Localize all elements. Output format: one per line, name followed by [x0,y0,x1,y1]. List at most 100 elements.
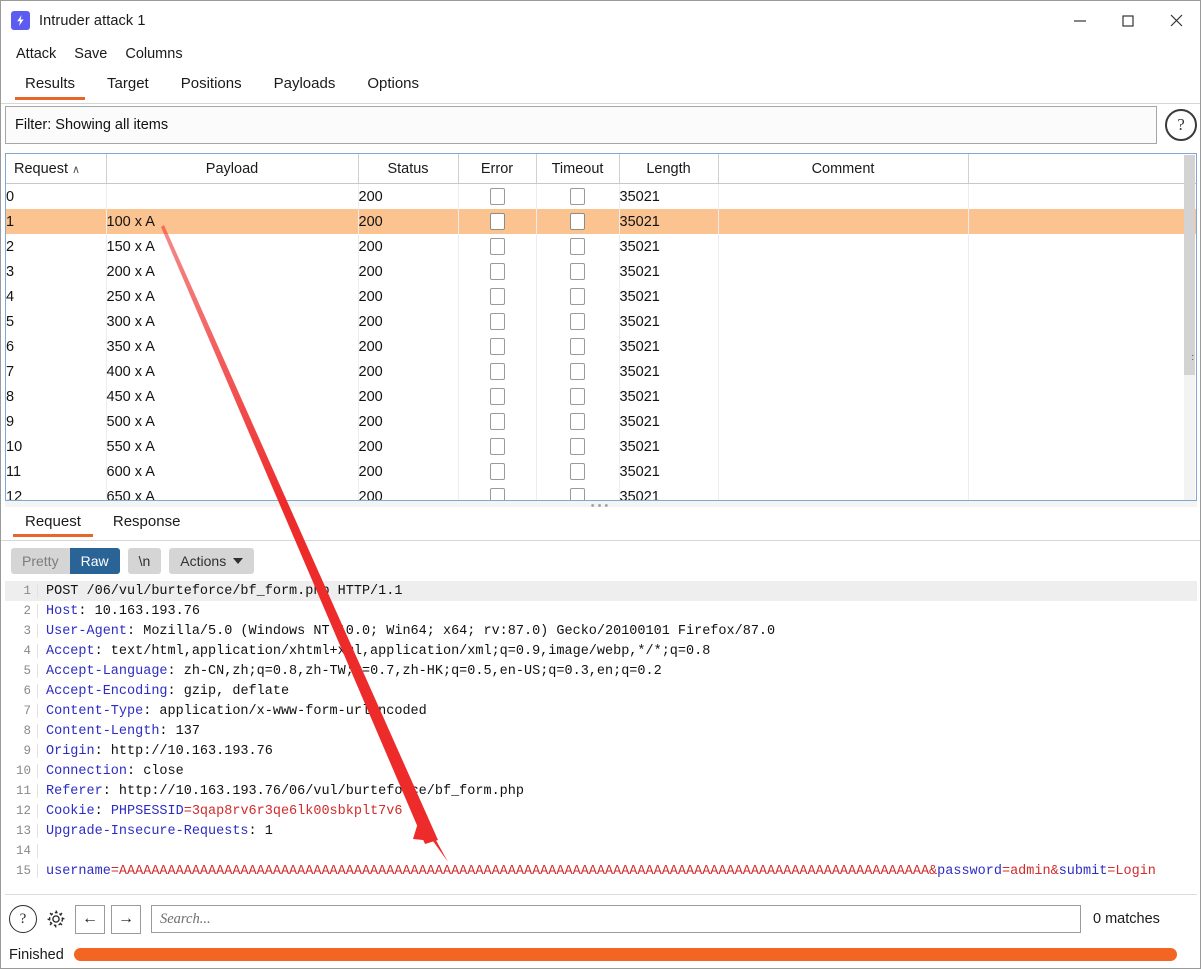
raw-button[interactable]: Raw [69,547,120,574]
match-count-label: 0 matches [1093,911,1160,927]
line-number: 12 [5,804,38,818]
code-line: 4 Accept: text/html,application/xhtml+xml… [5,641,1197,661]
error-checkbox[interactable] [489,388,505,405]
tab-options[interactable]: Options [351,68,435,100]
tab-payloads[interactable]: Payloads [258,68,352,100]
cell-error [458,259,537,284]
table-row[interactable]: 11 600 x A 200 35021 [6,459,1196,484]
table-row[interactable]: 5 300 x A 200 35021 [6,309,1196,334]
maximize-button[interactable] [1104,1,1152,40]
column-header-request[interactable]: Request ∧ [6,154,107,184]
error-checkbox[interactable] [489,313,505,330]
column-header-comment[interactable]: Comment [718,154,969,184]
request-editor[interactable]: 1 POST /06/vul/burteforce/bf_form.php HTT… [5,581,1197,895]
tab-target[interactable]: Target [91,68,165,100]
line-number: 10 [5,764,38,778]
filter-box[interactable]: Filter: Showing all items [5,106,1157,144]
code-line: 6 Accept-Encoding: gzip, deflate [5,681,1197,701]
search-next-button[interactable]: → [111,904,141,934]
error-checkbox[interactable] [489,288,505,305]
code-line: 13 Upgrade-Insecure-Requests: 1 [5,821,1197,841]
menu-item-columns[interactable]: Columns [119,44,188,64]
timeout-checkbox[interactable] [570,338,585,355]
timeout-checkbox[interactable] [570,263,585,280]
table-vertical-scrollbar[interactable] [1184,155,1195,500]
gear-icon[interactable] [43,906,69,932]
tab-response[interactable]: Response [97,507,197,537]
search-input[interactable]: Search... [151,905,1081,933]
timeout-checkbox[interactable] [570,288,585,305]
tab-request[interactable]: Request [9,507,97,537]
column-header-status[interactable]: Status [358,154,459,184]
table-row[interactable]: 6 350 x A 200 35021 [6,334,1196,359]
code-line: 5 Accept-Language: zh-CN,zh;q=0.8,zh-TW;q… [5,661,1197,681]
table-row[interactable]: 10 550 x A 200 35021 [6,434,1196,459]
timeout-checkbox[interactable] [570,213,585,230]
search-previous-button[interactable]: ← [75,904,105,934]
help-icon-bottom[interactable]: ? [9,905,37,933]
minimize-button[interactable] [1056,1,1104,40]
timeout-checkbox[interactable] [570,363,585,380]
column-header-timeout[interactable]: Timeout [536,154,620,184]
timeout-checkbox[interactable] [570,238,585,255]
error-checkbox[interactable] [489,263,505,280]
cell-timeout [536,384,620,409]
error-checkbox[interactable] [489,413,505,430]
view-mode-group: Pretty Raw [11,547,120,574]
timeout-checkbox[interactable] [570,463,585,480]
error-checkbox[interactable] [489,438,505,455]
cell-spacer [968,434,1196,459]
error-checkbox[interactable] [489,338,505,355]
actions-button[interactable]: Actions [169,547,255,574]
table-row[interactable]: 3 200 x A 200 35021 [6,259,1196,284]
line-number: 4 [5,644,38,658]
cell-payload: 150 x A [106,234,359,259]
table-row[interactable]: 7 400 x A 200 35021 [6,359,1196,384]
line-number: 15 [5,864,38,878]
tab-results[interactable]: Results [9,68,91,100]
timeout-checkbox[interactable] [570,438,585,455]
table-row[interactable]: 0 200 35021 [6,183,1196,209]
error-checkbox[interactable] [489,488,505,500]
cell-timeout [536,183,620,209]
error-checkbox[interactable] [489,188,505,205]
timeout-checkbox[interactable] [570,413,585,430]
timeout-checkbox[interactable] [570,313,585,330]
error-checkbox[interactable] [489,213,505,230]
close-button[interactable] [1152,1,1200,40]
window-title: Intruder attack 1 [39,12,146,29]
timeout-checkbox[interactable] [570,188,585,205]
code-line: 15 username=AAAAAAAAAAAAAAAAAAAAAAAAAAAAA… [5,861,1197,881]
code-text: Cookie: PHPSESSID=3qap8rv6r3qe6lk00sbkpl… [46,803,403,819]
table-row[interactable]: 2 150 x A 200 35021 [6,234,1196,259]
error-checkbox[interactable] [489,463,505,480]
main-tab-bar: Results Target Positions Payloads Option… [1,68,1200,104]
help-icon[interactable]: ? [1165,109,1197,141]
column-header-payload[interactable]: Payload [106,154,359,184]
cell-length: 35021 [619,309,719,334]
error-checkbox[interactable] [489,238,505,255]
timeout-checkbox[interactable] [570,388,585,405]
menu-item-save[interactable]: Save [68,44,113,64]
table-row[interactable]: 12 650 x A 200 35021 [6,484,1196,500]
table-row[interactable]: 4 250 x A 200 35021 [6,284,1196,309]
table-scroll-thumb[interactable] [1184,155,1195,375]
tab-positions[interactable]: Positions [165,68,258,100]
column-header-length[interactable]: Length [619,154,719,184]
table-row[interactable]: 1 100 x A 200 35021 [6,209,1196,234]
pretty-button[interactable]: Pretty [11,548,70,574]
error-checkbox[interactable] [489,363,505,380]
cell-error [458,409,537,434]
code-text: User-Agent: Mozilla/5.0 (Windows NT 10.0… [46,623,776,639]
newline-button[interactable]: \n [127,547,162,574]
cell-timeout [536,284,620,309]
table-row[interactable]: 9 500 x A 200 35021 [6,409,1196,434]
editor-search-bar: ? ← → Search... 0 matches [1,898,1200,941]
cell-payload: 450 x A [106,384,359,409]
menu-item-attack[interactable]: Attack [10,44,62,64]
cell-timeout [536,309,620,334]
column-header-error[interactable]: Error [458,154,537,184]
table-row[interactable]: 8 450 x A 200 35021 [6,384,1196,409]
line-number: 3 [5,624,38,638]
timeout-checkbox[interactable] [570,488,585,500]
